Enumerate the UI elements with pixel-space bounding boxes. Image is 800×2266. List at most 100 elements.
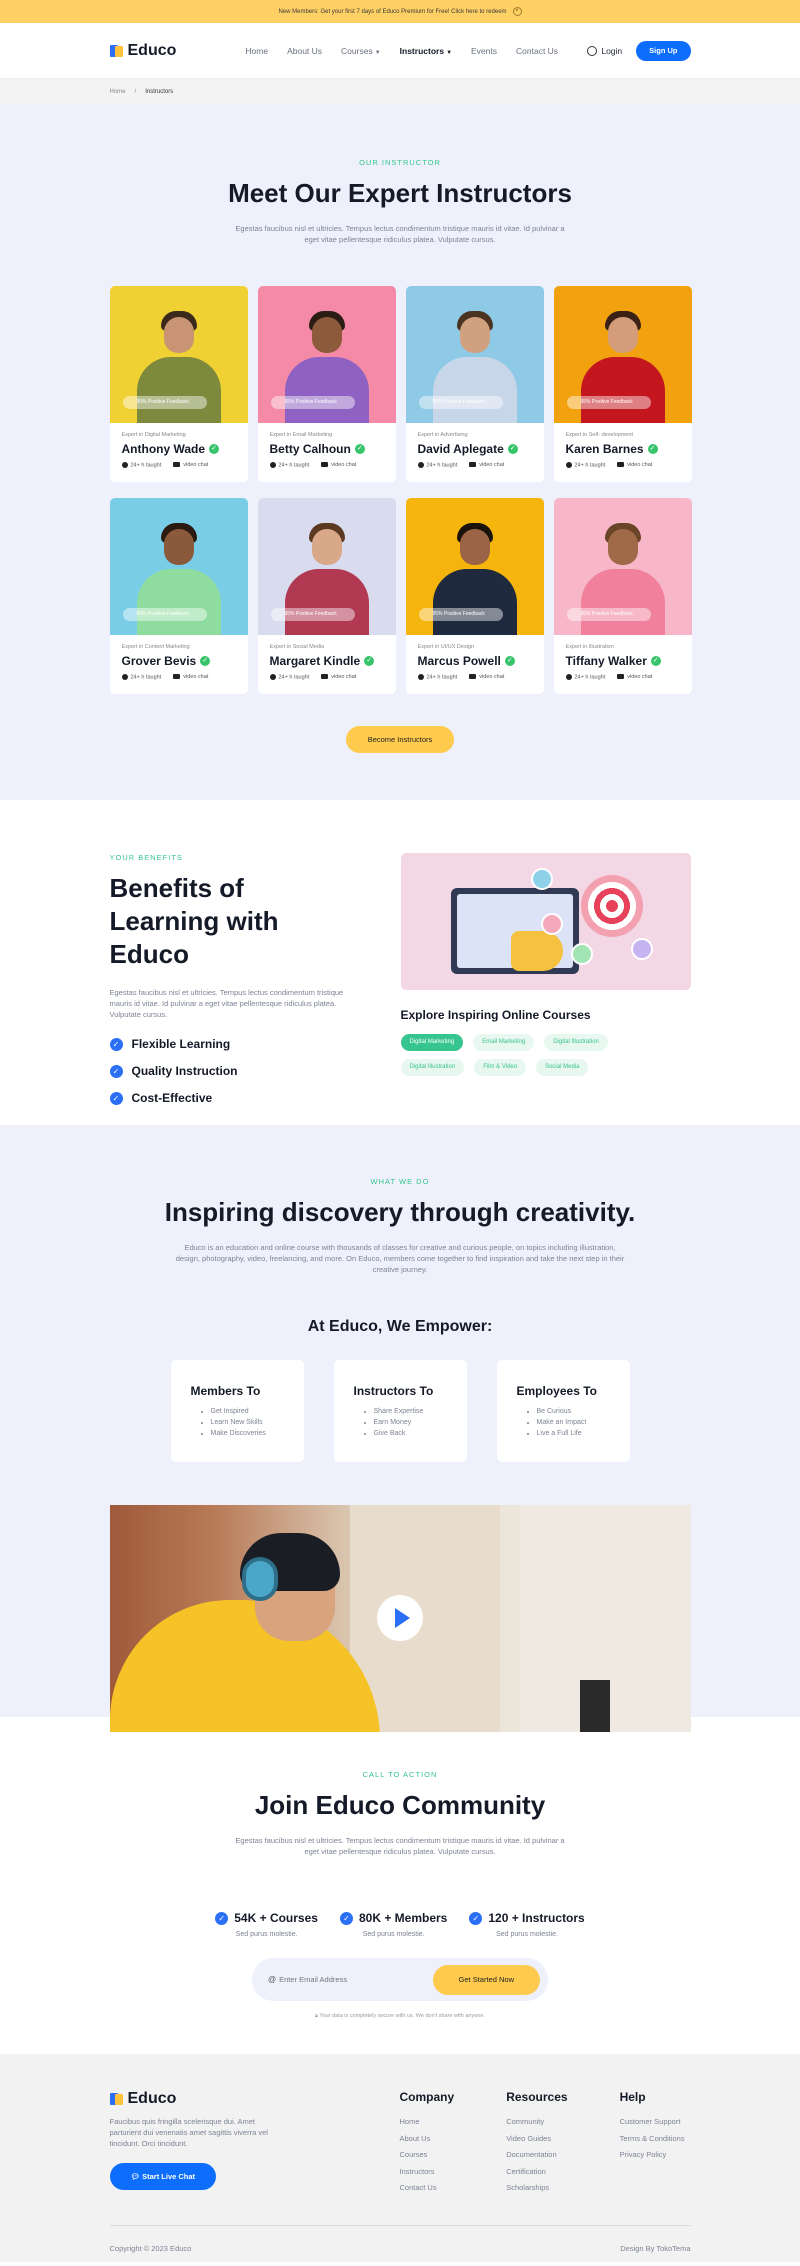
instructor-card[interactable]: 95% Positive Feedback Expert in Advertis… xyxy=(405,286,544,482)
get-started-button[interactable]: Get Started Now xyxy=(432,1964,540,1995)
footer-link[interactable]: Community xyxy=(506,2114,567,2131)
feedback-tag: 95% Positive Feedback xyxy=(270,396,355,409)
instructor-expertise: Expert in Digital Marketing xyxy=(121,432,186,438)
video-chat: video chat xyxy=(469,674,504,680)
breadcrumb-home[interactable]: Home xyxy=(110,89,126,95)
email-input[interactable] xyxy=(279,1975,433,1984)
subscribe-form: @ Get Started Now xyxy=(252,1958,548,2001)
announcement-text[interactable]: New Members: Get your first 7 days of Ed… xyxy=(278,9,506,15)
box-title: Employees To xyxy=(516,1384,597,1398)
clock-icon xyxy=(269,674,276,680)
hours-taught: 24+ h taught xyxy=(565,462,605,468)
box-title: Instructors To xyxy=(353,1384,434,1398)
video-chat: video chat xyxy=(173,674,208,680)
hours-taught: 24+ h taught xyxy=(565,674,605,680)
footer-link[interactable]: Instructors xyxy=(400,2164,455,2181)
instructor-photo: 95% Positive Feedback xyxy=(109,498,248,635)
footer-link[interactable]: Customer Support xyxy=(620,2114,685,2131)
main-menu: Home About Us Courses ▼ Instructors ▼ Even… xyxy=(245,46,558,56)
nav-about[interactable]: About Us xyxy=(287,46,322,56)
nav-courses[interactable]: Courses ▼ xyxy=(341,46,381,56)
video-chat: video chat xyxy=(469,462,504,468)
nav-home[interactable]: Home xyxy=(245,46,268,56)
footer-link[interactable]: Privacy Policy xyxy=(620,2147,685,2164)
footer-link[interactable]: About Us xyxy=(400,2131,455,2148)
instructor-expertise: Expert in Content Marketing xyxy=(121,644,190,650)
footer-link[interactable]: Documentation xyxy=(506,2147,567,2164)
globe-icon xyxy=(587,46,598,57)
promo-video[interactable] xyxy=(109,1505,691,1732)
video-chat: video chat xyxy=(321,674,356,680)
instructor-name[interactable]: Betty Calhoun ✓ xyxy=(270,442,384,456)
empower-box: Members To Get InspiredLearn New SkillsM… xyxy=(170,1360,304,1462)
instructor-name[interactable]: Grover Bevis ✓ xyxy=(122,654,236,668)
instructor-name[interactable]: David Aplegate ✓ xyxy=(418,442,532,456)
stat-courses: ✓ 54K + Courses Sed purus molestie. xyxy=(215,1911,318,1938)
video-chat: video chat xyxy=(617,462,652,468)
footer-link[interactable]: Courses xyxy=(400,2147,455,2164)
instructor-name[interactable]: Margaret Kindle ✓ xyxy=(270,654,384,668)
chip-film-video[interactable]: Film & Video xyxy=(474,1059,527,1076)
section-title: Benefits of Learning with Educo xyxy=(109,873,279,969)
footer-col-company: Company Home About Us Courses Instructor… xyxy=(400,2090,455,2197)
nav-events[interactable]: Events xyxy=(471,46,497,56)
verified-icon: ✓ xyxy=(504,656,515,666)
brand-name: Educo xyxy=(127,42,177,59)
logo[interactable]: Educo xyxy=(109,42,177,60)
copyright: Copyright © 2023 Educo xyxy=(109,2243,192,2253)
empower-title: At Educo, We Empower: xyxy=(307,1318,493,1335)
feedback-tag: 95% Positive Feedback xyxy=(566,396,651,409)
instructor-card[interactable]: 95% Positive Feedback Expert in Email Ma… xyxy=(257,286,396,482)
instructor-name[interactable]: Karen Barnes ✓ xyxy=(566,442,680,456)
close-icon[interactable]: × xyxy=(512,7,522,16)
footer-link[interactable]: Contact Us xyxy=(400,2180,455,2197)
footer-logo[interactable]: Educo xyxy=(109,2090,310,2108)
instructor-card[interactable]: 95% Positive Feedback Expert in Social M… xyxy=(257,498,396,694)
footer-link[interactable]: Terms & Conditions xyxy=(620,2131,685,2148)
instructor-card[interactable]: 95% Positive Feedback Expert in Self- de… xyxy=(553,286,692,482)
verified-icon: ✓ xyxy=(507,444,518,454)
nav-instructors[interactable]: Instructors ▼ xyxy=(400,46,452,56)
verified-icon: ✓ xyxy=(650,656,661,666)
footer-link[interactable]: Home xyxy=(400,2114,455,2131)
instructor-card[interactable]: 95% Positive Feedback Expert in Illustra… xyxy=(553,498,692,694)
instructor-photo: 95% Positive Feedback xyxy=(553,498,692,635)
chevron-down-icon: ▼ xyxy=(374,50,381,56)
instructor-card[interactable]: 95% Positive Feedback Expert in Content … xyxy=(109,498,248,694)
instructor-card[interactable]: 95% Positive Feedback Expert in UI/UX De… xyxy=(405,498,544,694)
instructor-grid: 95% Positive Feedback Expert in Digital … xyxy=(109,286,692,694)
nav-contact[interactable]: Contact Us xyxy=(516,46,558,56)
feedback-tag: 95% Positive Feedback xyxy=(418,608,503,621)
footer-link[interactable]: Scholarships xyxy=(506,2180,567,2197)
footer-link[interactable]: Video Guides xyxy=(506,2131,567,2148)
feedback-tag: 95% Positive Feedback xyxy=(566,608,651,621)
instructor-card[interactable]: 95% Positive Feedback Expert in Digital … xyxy=(109,286,248,482)
clock-icon xyxy=(121,674,128,680)
section-lead: Educo is an education and online course … xyxy=(175,1243,625,1274)
breadcrumb: Home / Instructors xyxy=(0,79,800,104)
signup-button[interactable]: Sign Up xyxy=(636,41,691,61)
video-chat: video chat xyxy=(173,462,208,468)
instructor-name[interactable]: Marcus Powell ✓ xyxy=(418,654,532,668)
video-chat: video chat xyxy=(617,674,652,680)
check-circle-icon: ✓ xyxy=(215,1911,229,1925)
section-title: Inspiring discovery through creativity. xyxy=(164,1197,636,1227)
verified-icon: ✓ xyxy=(200,656,211,666)
announcement-bar: New Members: Get your first 7 days of Ed… xyxy=(0,0,800,23)
video-icon xyxy=(321,462,329,468)
footer-bottom: Copyright © 2023 Educo Design By TokoTem… xyxy=(109,2224,691,2253)
become-instructor-button[interactable]: Become Instructors xyxy=(346,726,454,753)
chip-digital-marketing[interactable]: Digital Marketing xyxy=(400,1034,464,1051)
live-chat-button[interactable]: 💬︎ Start Live Chat xyxy=(109,2163,217,2190)
chip-digital-illustration[interactable]: Digital Illustration xyxy=(544,1034,608,1051)
chip-email-marketing[interactable]: Email Marketing xyxy=(473,1034,535,1051)
chip-digital-illustration-2[interactable]: Digital Illustration xyxy=(400,1059,465,1076)
footer-link[interactable]: Certification xyxy=(506,2164,567,2181)
chip-social-media[interactable]: Social Media xyxy=(536,1059,589,1076)
instructor-name[interactable]: Tiffany Walker ✓ xyxy=(566,654,680,668)
login-link[interactable]: Login xyxy=(587,46,622,57)
benefit-item: ✓ Cost-Effective xyxy=(109,1091,360,1105)
play-icon[interactable] xyxy=(376,1595,423,1641)
video-icon xyxy=(173,674,181,680)
instructor-name[interactable]: Anthony Wade ✓ xyxy=(122,442,236,456)
